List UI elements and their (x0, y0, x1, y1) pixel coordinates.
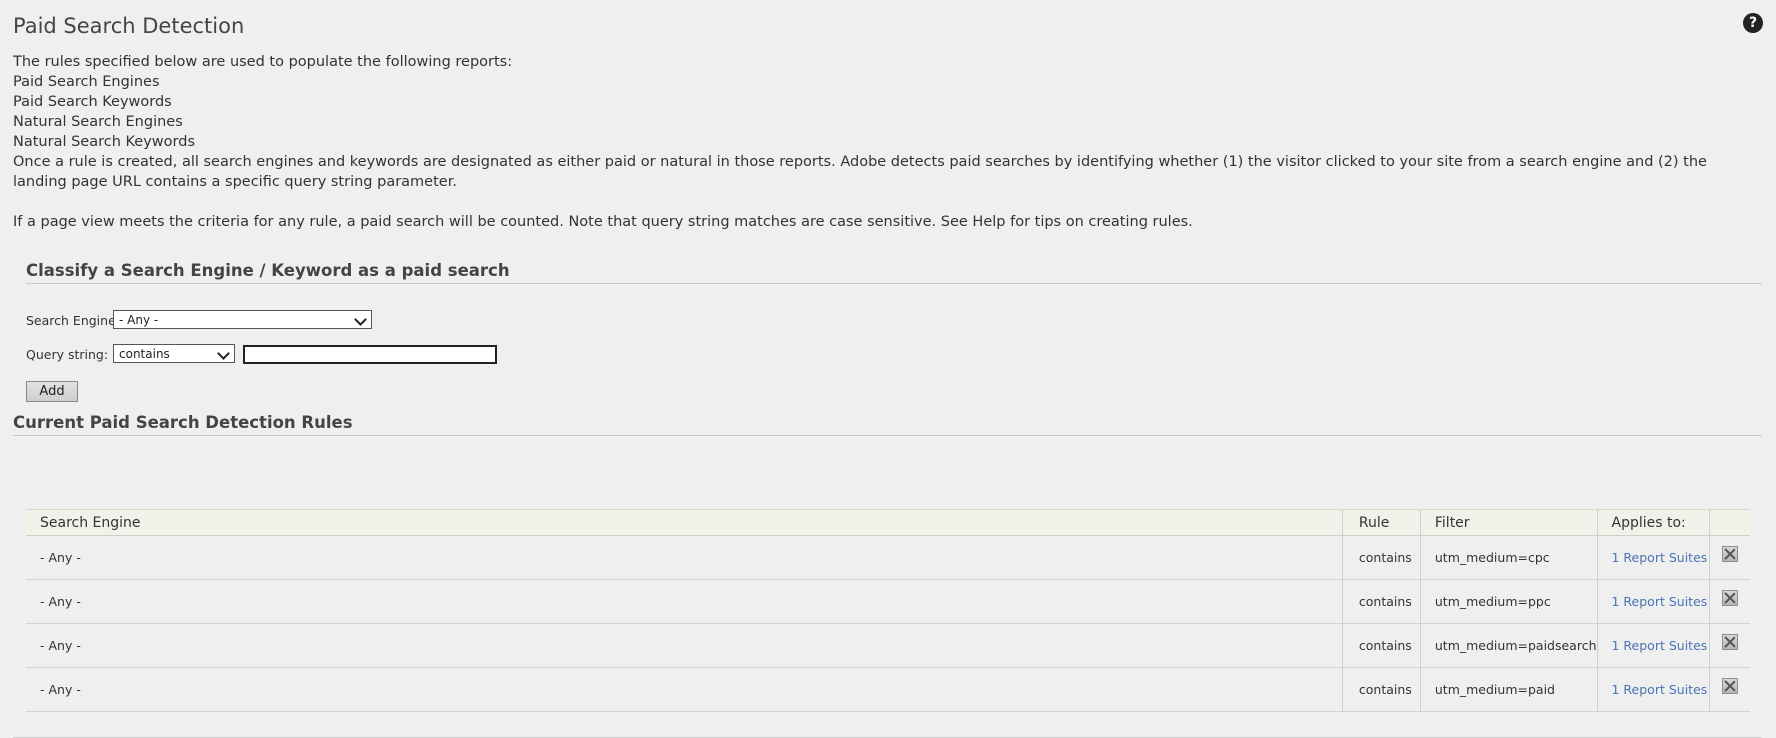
cell-search-engine: - Any - (26, 579, 1343, 624)
chevron-down-icon (217, 347, 230, 360)
cell-filter: utm_medium=cpc (1419, 535, 1597, 580)
cell-filter: utm_medium=ppc (1419, 579, 1597, 624)
column-header-filter: Filter (1419, 509, 1597, 536)
cell-filter: utm_medium=paidsearch (1419, 623, 1597, 668)
column-header-applies-to: Applies to: (1596, 509, 1710, 536)
column-header-delete (1709, 509, 1750, 536)
query-operator-select[interactable]: contains (113, 344, 235, 363)
intro-description: Once a rule is created, all search engin… (13, 154, 1707, 190)
delete-x-icon[interactable] (1722, 590, 1739, 606)
search-engine-label: Search Engine: (26, 313, 120, 328)
applies-to-link[interactable]: 1 Report Suites (1612, 594, 1708, 609)
cell-search-engine: - Any - (26, 535, 1343, 580)
query-string-input[interactable] (243, 345, 497, 364)
intro-text: The rules specified below are used to po… (13, 52, 1753, 232)
classify-section-title: Classify a Search Engine / Keyword as a … (26, 261, 1762, 284)
column-header-rule: Rule (1341, 509, 1421, 536)
delete-x-icon[interactable] (1722, 546, 1739, 562)
cell-search-engine: - Any - (26, 667, 1343, 712)
search-engine-select-value: - Any - (119, 313, 159, 327)
query-operator-select-value: contains (119, 347, 170, 361)
report-item: Paid Search Engines (13, 74, 160, 90)
delete-x-icon[interactable] (1722, 678, 1739, 694)
intro-lead: The rules specified below are used to po… (13, 54, 513, 70)
table-row: - Any - contains utm_medium=paidsearch 1… (26, 623, 1750, 668)
add-button[interactable]: Add (26, 381, 78, 402)
current-rules-title: Current Paid Search Detection Rules (13, 413, 1762, 436)
help-icon[interactable]: ? (1743, 13, 1763, 33)
cell-rule: contains (1341, 623, 1421, 668)
page-title: Paid Search Detection (13, 14, 245, 38)
cell-filter: utm_medium=paid (1419, 667, 1597, 712)
table-row: - Any - contains utm_medium=cpc 1 Report… (26, 535, 1750, 580)
cell-rule: contains (1341, 579, 1421, 624)
cell-rule: contains (1341, 667, 1421, 712)
rules-table: Search Engine Rule Filter Applies to: - … (26, 509, 1750, 712)
report-item: Natural Search Keywords (13, 134, 196, 150)
report-item: Paid Search Keywords (13, 94, 172, 110)
intro-note: If a page view meets the criteria for an… (13, 214, 1193, 230)
delete-x-icon[interactable] (1722, 634, 1739, 650)
cell-rule: contains (1341, 535, 1421, 580)
applies-to-link[interactable]: 1 Report Suites (1612, 550, 1708, 565)
chevron-down-icon (354, 313, 367, 326)
query-string-label: Query string: (26, 347, 109, 362)
report-item: Natural Search Engines (13, 114, 183, 130)
applies-to-link[interactable]: 1 Report Suites (1612, 682, 1708, 697)
cell-search-engine: - Any - (26, 623, 1343, 668)
search-engine-select[interactable]: - Any - (113, 310, 372, 329)
table-row: - Any - contains utm_medium=ppc 1 Report… (26, 579, 1750, 624)
table-row: - Any - contains utm_medium=paid 1 Repor… (26, 667, 1750, 712)
applies-to-link[interactable]: 1 Report Suites (1612, 638, 1708, 653)
column-header-search-engine: Search Engine (26, 509, 1343, 536)
table-header-row: Search Engine Rule Filter Applies to: (26, 509, 1750, 536)
